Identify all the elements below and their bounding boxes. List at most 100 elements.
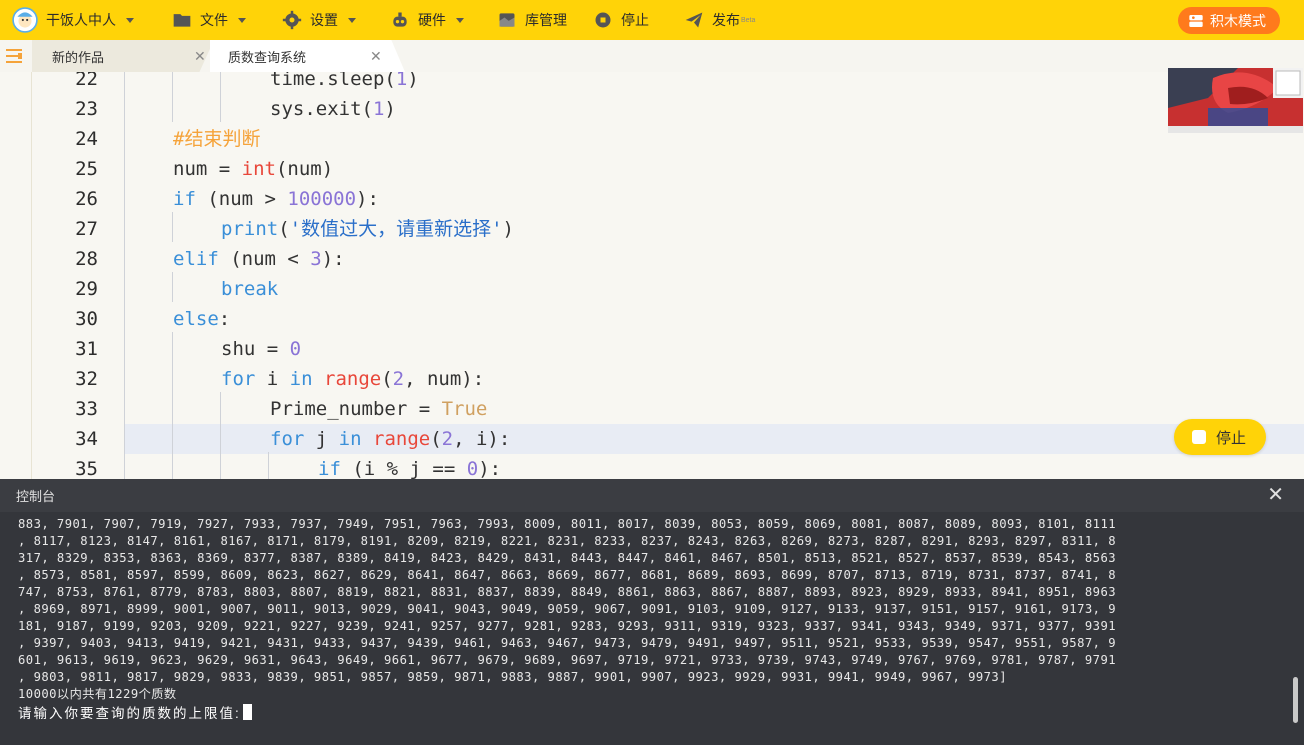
file-menu[interactable]: 文件 [172,0,246,40]
close-icon[interactable]: ✕ [370,48,382,65]
tab-prime-query[interactable]: 质数查询系统 ✕ [210,40,405,72]
code-text: num = int(num) [173,158,334,180]
code-text: if (i % j == 0): [318,458,502,479]
line-number: 24 [75,128,98,150]
chevron-down-icon [238,17,246,23]
stop-square-icon [1192,430,1206,444]
indent-guide [220,72,221,122]
line-number: 32 [75,368,98,390]
code-text: elif (num < 3): [173,248,345,270]
blocks-icon [1189,14,1203,27]
console-header: 控制台 [0,479,1304,512]
code-line: 25 num = int(num) [0,154,1304,184]
top-toolbar: 干饭人中人 文件 设置 硬件 库管理 停止 发布 Beta 积木模式 [0,0,1304,40]
line-number: 27 [75,218,98,240]
code-comment: #结束判断 [173,128,261,150]
line-number: 31 [75,338,98,360]
user-menu[interactable]: 干饭人中人 [12,0,134,40]
publish-button[interactable]: 发布 Beta [684,0,755,40]
console-prompt-text: 请输入你要查询的质数的上限值: [18,706,241,721]
code-text: else: [173,308,231,330]
indent-guide [268,452,269,479]
robot-icon [393,12,407,27]
code-text: sys.exit(1) [270,98,396,120]
tab-label: 新的作品 [52,49,105,65]
console-title: 控制台 [16,489,56,504]
line-number: 30 [75,308,98,330]
code-editor[interactable]: 22 time.sleep(1) 23 sys.exit(1) 24 #结束判断 25… [0,72,1304,479]
settings-menu-label: 设置 [310,12,338,28]
code-line: 27 print('数值过大，请重新选择') [0,214,1304,244]
code-line: 35 if (i % j == 0): [0,454,1304,479]
stage-preview-graphic [1168,68,1303,133]
publish-label: 发布 [712,12,740,28]
line-number: 26 [75,188,98,210]
file-menu-label: 文件 [200,12,228,28]
tab-label: 质数查询系统 [228,49,307,65]
hardware-menu[interactable]: 硬件 [390,0,464,40]
settings-menu[interactable]: 设置 [282,0,356,40]
code-line: 26 if (num > 100000): [0,184,1304,214]
block-mode-label: 积木模式 [1210,12,1266,29]
close-icon[interactable]: ✕ [194,48,206,65]
stop-icon [595,12,611,28]
code-text: break [221,278,279,300]
library-label: 库管理 [525,12,567,28]
code-line: 33 Prime_number = True [0,394,1304,424]
code-line: 34 for j in range(2, i): [0,424,1304,454]
code-text: Prime_number = True [270,398,488,420]
chevron-down-icon [456,17,464,23]
folder-icon [173,14,191,27]
indent-guide [172,72,173,122]
indent-guide [172,212,173,242]
code-text: for i in range(2, num): [221,368,485,390]
code-text: for j in range(2, i): [270,428,511,450]
beta-badge: Beta [741,16,756,24]
indent-guide [124,72,125,479]
code-line: 24 #结束判断 [0,124,1304,154]
code-text: shu = 0 [221,338,302,360]
block-mode-button[interactable]: 积木模式 [1178,7,1280,34]
code-line: 29 break [0,274,1304,304]
library-button[interactable]: 库管理 [497,0,567,40]
code-line: 31 shu = 0 [0,334,1304,364]
console-input-prompt[interactable]: 请输入你要查询的质数的上限值: [18,702,252,722]
line-number: 35 [75,458,98,479]
line-number: 34 [75,428,98,450]
gear-icon [282,10,302,30]
indent-guide [220,392,221,479]
floating-stop-label: 停止 [1216,429,1247,447]
line-number: 33 [75,398,98,420]
code-line: 32 for i in range(2, num): [0,364,1304,394]
code-line: 23 sys.exit(1) [0,94,1304,124]
code-text: time.sleep(1) [270,72,419,90]
code-line: 30 else: [0,304,1304,334]
line-number: 23 [75,98,98,120]
menu-icon[interactable] [6,48,24,64]
stage-preview-image[interactable] [1168,68,1303,133]
hardware-menu-label: 硬件 [418,12,446,28]
line-number: 25 [75,158,98,180]
code-line: 22 time.sleep(1) [0,72,1304,94]
code-text: print('数值过大，请重新选择') [221,218,514,240]
tab-new-work[interactable]: 新的作品 ✕ [32,40,214,72]
line-number: 28 [75,248,98,270]
chevron-down-icon [348,17,356,23]
code-line: 28 elif (num < 3): [0,244,1304,274]
console-close-icon[interactable]: ✕ [1267,485,1284,505]
console-output: 883, 7901, 7907, 7919, 7927, 7933, 7937,… [18,517,1117,701]
stop-button[interactable]: 停止 [593,0,649,40]
indent-guide [172,332,173,479]
library-icon [499,13,515,27]
code-text: if (num > 100000): [173,188,379,210]
line-number: 22 [75,72,98,90]
stop-label: 停止 [621,12,649,28]
indent-guide [172,272,173,302]
text-cursor [242,704,252,720]
console-scrollbar[interactable] [1293,677,1298,723]
chevron-down-icon [126,17,134,23]
floating-stop-button[interactable]: 停止 [1174,419,1266,455]
line-number: 29 [75,278,98,300]
avatar [12,7,38,33]
user-name: 干饭人中人 [46,12,116,28]
